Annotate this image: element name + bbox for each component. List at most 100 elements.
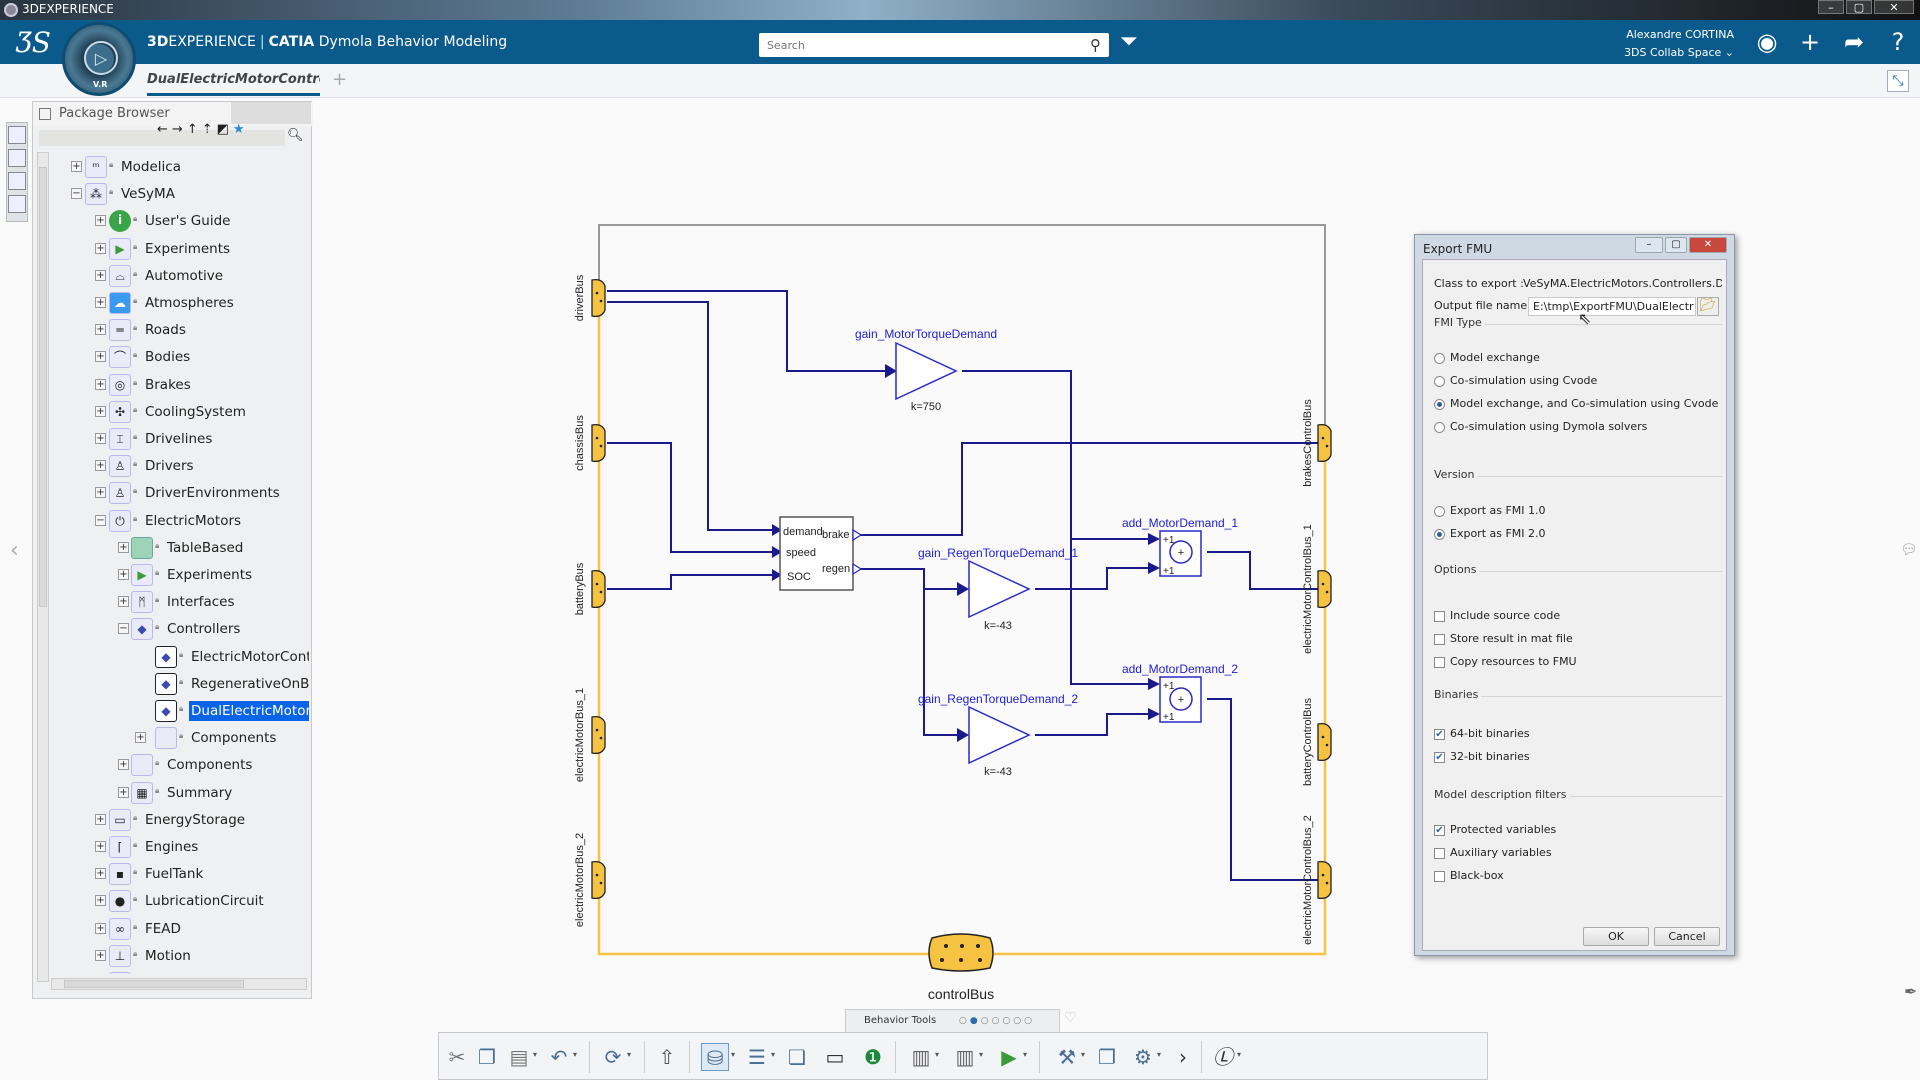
radio-label[interactable]: Co-simulation using Cvode bbox=[1450, 374, 1597, 387]
update-icon[interactable]: ⟳ bbox=[599, 1043, 627, 1071]
cancel-button[interactable]: Cancel bbox=[1654, 927, 1720, 946]
wire-brake-to-brakes-bus[interactable] bbox=[860, 442, 1318, 536]
model-stack-icon[interactable]: ❐ bbox=[1093, 1043, 1121, 1071]
wire-driver-to-demand[interactable] bbox=[607, 301, 775, 531]
radio-button[interactable] bbox=[1434, 399, 1445, 410]
dialog-maximize-button[interactable]: ▢ bbox=[1665, 237, 1687, 253]
library-browser-icon[interactable]: ⛁ bbox=[701, 1043, 729, 1071]
port-brakesControlBus[interactable] bbox=[1317, 423, 1332, 463]
add-1-in1: +1 bbox=[1163, 535, 1175, 546]
radio-label[interactable]: Export as FMI 2.0 bbox=[1450, 527, 1546, 540]
radio-button[interactable] bbox=[1434, 506, 1445, 517]
radio-label[interactable]: Export as FMI 1.0 bbox=[1450, 504, 1546, 517]
gain-motor-torque-demand[interactable] bbox=[895, 341, 958, 401]
dialog-title: Export FMU bbox=[1423, 242, 1493, 256]
undo-icon[interactable]: ↶ bbox=[545, 1043, 573, 1071]
port-batteryControlBus[interactable] bbox=[1317, 722, 1332, 762]
comment-icon[interactable]: 💬︎ bbox=[1900, 542, 1918, 558]
pen-icon[interactable]: ✒ bbox=[1904, 982, 1917, 1001]
gain-regen-2-param: k=-43 bbox=[984, 766, 1012, 778]
gain-regen-torque-demand-2[interactable] bbox=[968, 705, 1031, 765]
radio-button[interactable] bbox=[1434, 529, 1445, 540]
compass-widget[interactable]: ▷ V.R bbox=[62, 22, 136, 96]
checkbox[interactable] bbox=[1434, 848, 1445, 859]
folder-open-icon[interactable]: 📂︎ bbox=[1697, 297, 1719, 316]
checkbox[interactable] bbox=[1434, 657, 1445, 668]
port-chassisBus[interactable] bbox=[591, 423, 606, 463]
port-driverBus[interactable] bbox=[591, 278, 606, 318]
info-document-icon[interactable]: ❶ bbox=[859, 1043, 887, 1071]
paste-icon[interactable]: ▤ bbox=[505, 1043, 533, 1071]
code-view-icon[interactable]: ▭ bbox=[821, 1043, 849, 1071]
checkbox[interactable]: ✔ bbox=[1434, 729, 1445, 740]
language-icon[interactable]: Ⓛ bbox=[1209, 1043, 1237, 1071]
output-file-input[interactable]: E:\tmp\ExportFMU\DualElectr bbox=[1528, 297, 1696, 316]
checkbox-label[interactable]: Copy resources to FMU bbox=[1450, 655, 1577, 668]
page-dot[interactable]: ● bbox=[970, 1016, 981, 1026]
section-header: Binaries bbox=[1434, 688, 1722, 701]
port-batteryBus[interactable] bbox=[591, 569, 606, 609]
checkbox-label[interactable]: Store result in mat file bbox=[1450, 632, 1573, 645]
checkbox-label[interactable]: 64-bit binaries bbox=[1450, 727, 1530, 740]
favorite-heart-icon[interactable]: ♡ bbox=[1064, 1010, 1077, 1026]
export-icon[interactable]: ⇧ bbox=[653, 1043, 681, 1071]
cut-icon[interactable]: ✂ bbox=[443, 1043, 471, 1071]
simulation-icon[interactable]: ▥ bbox=[907, 1043, 935, 1071]
page-dot[interactable]: ○ bbox=[981, 1016, 992, 1026]
checkbox[interactable]: ✔ bbox=[1434, 752, 1445, 763]
more-icon[interactable]: › bbox=[1169, 1043, 1197, 1071]
checkbox[interactable] bbox=[1434, 611, 1445, 622]
document-icon[interactable]: ❏ bbox=[783, 1043, 811, 1071]
class-to-export-label: Class to export : bbox=[1434, 277, 1524, 290]
checkbox-label[interactable]: Black-box bbox=[1450, 869, 1504, 882]
pipe-icon[interactable]: ⚙ bbox=[1129, 1043, 1157, 1071]
bus-ports: driverBus chassisBus batteryBus electricMot… bbox=[574, 274, 1332, 972]
radio-label[interactable]: Co-simulation using Dymola solvers bbox=[1450, 420, 1647, 433]
copy-icon[interactable]: ❐ bbox=[473, 1043, 501, 1071]
robot-icon[interactable]: ⚒ bbox=[1053, 1043, 1081, 1071]
port-electricMotorBus_1[interactable] bbox=[591, 715, 606, 755]
wire-gain2-to-add2[interactable] bbox=[1035, 713, 1150, 736]
checkbox-label[interactable]: Protected variables bbox=[1450, 823, 1556, 836]
radio-button[interactable] bbox=[1434, 422, 1445, 433]
checkbox-label[interactable]: Auxiliary variables bbox=[1450, 846, 1552, 859]
wire-gain1-to-add1[interactable] bbox=[1035, 567, 1150, 590]
wire-regen-to-gain2[interactable] bbox=[860, 568, 962, 736]
checkbox[interactable] bbox=[1434, 634, 1445, 645]
page-dot[interactable]: ○ bbox=[1013, 1016, 1024, 1026]
page-dot[interactable]: ○ bbox=[1002, 1016, 1013, 1026]
port-electricMotorControlBus_1[interactable] bbox=[1317, 569, 1332, 609]
section-title: Options bbox=[1434, 563, 1480, 576]
page-dot[interactable]: ○ bbox=[992, 1016, 1003, 1026]
radio-label[interactable]: Model exchange bbox=[1450, 351, 1540, 364]
port-controlBus[interactable] bbox=[928, 933, 994, 972]
dialog-minimize-button[interactable]: – bbox=[1635, 237, 1663, 253]
radio-button[interactable] bbox=[1434, 376, 1445, 387]
ok-button[interactable]: OK bbox=[1583, 927, 1649, 946]
dialog-close-button[interactable]: ✕ bbox=[1689, 237, 1727, 253]
section-title: Binaries bbox=[1434, 688, 1482, 701]
section-title: FMI Type bbox=[1434, 316, 1485, 329]
checkbox[interactable]: ✔ bbox=[1434, 825, 1445, 836]
page-dot[interactable]: ○ bbox=[959, 1016, 970, 1026]
port-electricMotorBus_2[interactable] bbox=[591, 860, 606, 900]
wire-battery-to-soc[interactable] bbox=[607, 574, 775, 590]
port-electricMotorControlBus_2[interactable] bbox=[1317, 860, 1332, 900]
checkbox-label[interactable]: 32-bit binaries bbox=[1450, 750, 1530, 763]
block-out-regen: regen bbox=[822, 563, 850, 575]
page-dot[interactable]: ○ bbox=[1024, 1016, 1035, 1026]
checkbox-label[interactable]: Include source code bbox=[1450, 609, 1560, 622]
toolbar-page-dots[interactable]: ○●○○○○○ bbox=[959, 1010, 1035, 1032]
checkbox[interactable] bbox=[1434, 871, 1445, 882]
compass-label: V.R bbox=[93, 80, 108, 89]
radio-label[interactable]: Model exchange, and Co-simulation using … bbox=[1450, 397, 1718, 410]
block-in-demand: demand bbox=[783, 526, 823, 538]
wire-chassis-to-speed[interactable] bbox=[607, 442, 775, 553]
plot-icon[interactable]: ▥ bbox=[951, 1043, 979, 1071]
list-view-icon[interactable]: ☰ bbox=[743, 1043, 771, 1071]
play-icon[interactable]: ▷ bbox=[84, 41, 118, 75]
radio-button[interactable] bbox=[1434, 353, 1445, 364]
run-simulation-icon[interactable]: ▶ bbox=[995, 1043, 1023, 1071]
behavior-tools-tab[interactable]: Behavior Tools ○●○○○○○ bbox=[845, 1009, 1060, 1032]
gain-regen-torque-demand-1[interactable] bbox=[968, 559, 1031, 619]
